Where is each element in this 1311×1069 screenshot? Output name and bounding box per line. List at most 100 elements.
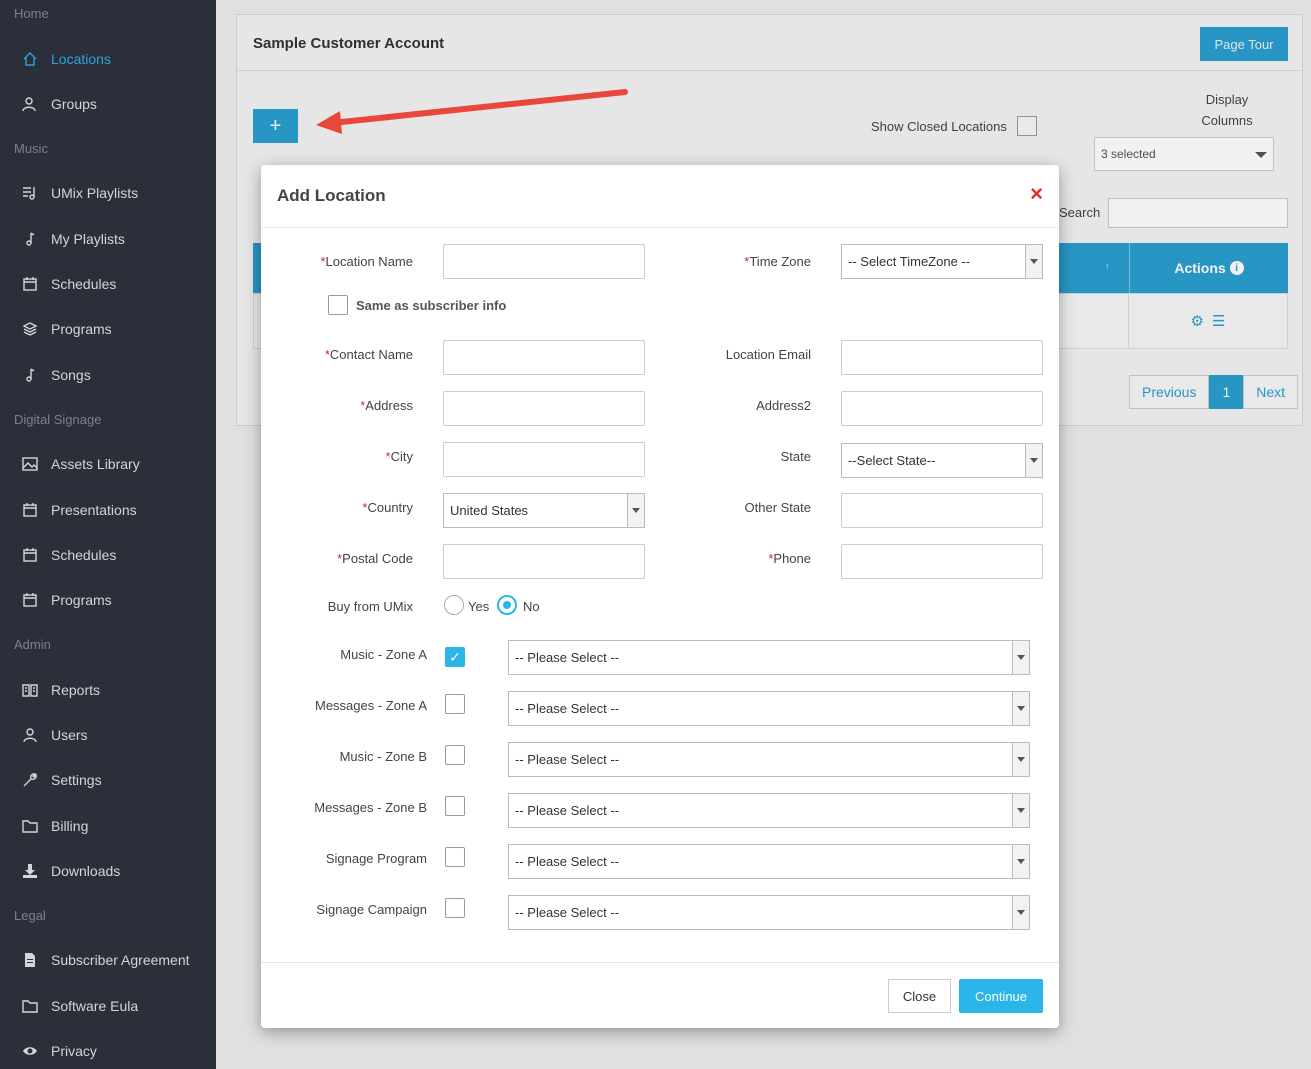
- zone-label: Messages - Zone A: [315, 698, 427, 713]
- document-icon: [22, 952, 38, 968]
- zone-checkbox[interactable]: ✓: [445, 647, 465, 667]
- buy-from-umix-no-radio[interactable]: [497, 595, 517, 615]
- address2-input[interactable]: [841, 391, 1043, 426]
- sidebar-item-privacy[interactable]: Privacy: [0, 1031, 216, 1069]
- user-icon: [22, 727, 38, 743]
- no-label: No: [523, 599, 540, 614]
- sidebar-section-admin: Admin: [14, 637, 51, 652]
- state-select[interactable]: --Select State--: [841, 443, 1043, 478]
- location-name-label: *Location Name: [320, 254, 413, 269]
- wrench-icon: [22, 772, 38, 788]
- chevron-down-icon: [1025, 444, 1042, 477]
- layers-icon: [22, 321, 38, 337]
- zone-select[interactable]: -- Please Select --: [508, 640, 1030, 675]
- sidebar-item-subscriber-agreement[interactable]: Subscriber Agreement: [0, 940, 216, 980]
- buy-from-umix-yes-radio[interactable]: [444, 595, 464, 615]
- sidebar-item-signage-programs[interactable]: Programs: [0, 580, 216, 620]
- same-as-subscriber-checkbox[interactable]: [328, 295, 348, 315]
- zone-select[interactable]: -- Please Select --: [508, 691, 1030, 726]
- postal-code-input[interactable]: [443, 544, 645, 579]
- city-input[interactable]: [443, 442, 645, 477]
- sidebar-item-umix-playlists[interactable]: UMix Playlists: [0, 173, 216, 213]
- sidebar-item-billing[interactable]: Billing: [0, 806, 216, 846]
- time-zone-select[interactable]: -- Select TimeZone --: [841, 244, 1043, 279]
- zone-select[interactable]: -- Please Select --: [508, 793, 1030, 828]
- time-zone-label: *Time Zone: [744, 254, 811, 269]
- sidebar-item-label: Users: [51, 727, 88, 743]
- zone-checkbox[interactable]: [445, 745, 465, 765]
- chevron-down-icon: [1012, 896, 1029, 929]
- sidebar-item-label: UMix Playlists: [51, 185, 139, 201]
- sidebar-item-schedules[interactable]: Schedules: [0, 264, 216, 304]
- close-button[interactable]: Close: [888, 979, 951, 1013]
- sidebar-item-label: Subscriber Agreement: [51, 952, 190, 968]
- contact-name-input[interactable]: [443, 340, 645, 375]
- location-email-label: Location Email: [725, 347, 811, 362]
- sidebar-item-label: Assets Library: [51, 456, 140, 472]
- location-email-input[interactable]: [841, 340, 1043, 375]
- country-select[interactable]: United States: [443, 493, 645, 528]
- sidebar-item-songs[interactable]: Songs: [0, 355, 216, 395]
- yes-label: Yes: [468, 599, 490, 614]
- sidebar-item-reports[interactable]: Reports: [0, 670, 216, 710]
- download-icon: [22, 863, 38, 879]
- zone-label: Signage Program: [325, 851, 427, 866]
- add-location-modal: Add Location × *Location Name *Time Zone…: [261, 165, 1059, 1028]
- city-label: *City: [385, 449, 413, 464]
- home-icon: [22, 51, 38, 67]
- sidebar-item-locations[interactable]: Locations: [0, 39, 216, 79]
- sidebar-item-presentations[interactable]: Presentations: [0, 490, 216, 530]
- address-input[interactable]: [443, 391, 645, 426]
- annotation-arrow: [316, 89, 628, 134]
- continue-button[interactable]: Continue: [959, 979, 1043, 1013]
- modal-title: Add Location: [277, 186, 386, 205]
- sidebar-item-my-playlists[interactable]: My Playlists: [0, 219, 216, 259]
- zone-checkbox[interactable]: [445, 847, 465, 867]
- sidebar-item-downloads[interactable]: Downloads: [0, 851, 216, 891]
- phone-input[interactable]: [841, 544, 1043, 579]
- zone-select[interactable]: -- Please Select --: [508, 742, 1030, 777]
- sidebar-item-label: Downloads: [51, 863, 121, 879]
- sidebar-item-signage-schedules[interactable]: Schedules: [0, 535, 216, 575]
- sidebar-item-software-eula[interactable]: Software Eula: [0, 986, 216, 1026]
- other-state-label: Other State: [744, 500, 811, 515]
- chevron-down-icon: [1012, 692, 1029, 725]
- zone-checkbox[interactable]: [445, 694, 465, 714]
- sidebar-item-label: Programs: [51, 592, 112, 608]
- sidebar-item-assets-library[interactable]: Assets Library: [0, 444, 216, 484]
- calendar-icon: [22, 502, 38, 518]
- sidebar-section-digital-signage: Digital Signage: [14, 412, 102, 427]
- zone-select[interactable]: -- Please Select --: [508, 895, 1030, 930]
- sidebar-section-music: Music: [14, 141, 48, 156]
- sidebar-item-programs[interactable]: Programs: [0, 309, 216, 349]
- sidebar-item-label: Presentations: [51, 502, 137, 518]
- zone-checkbox[interactable]: [445, 796, 465, 816]
- postal-code-label: *Postal Code: [337, 551, 413, 566]
- address-label: *Address: [360, 398, 413, 413]
- country-label: *Country: [362, 500, 413, 515]
- sidebar-item-groups[interactable]: Groups: [0, 84, 216, 124]
- sidebar-item-label: Privacy: [51, 1043, 97, 1059]
- chevron-down-icon: [1025, 245, 1042, 278]
- sidebar-item-label: Reports: [51, 682, 101, 698]
- close-icon[interactable]: ×: [1030, 183, 1043, 205]
- sidebar-section-home: Home: [14, 6, 49, 21]
- chevron-down-icon: [1012, 743, 1029, 776]
- sidebar-item-label: Software Eula: [51, 998, 139, 1014]
- location-name-input[interactable]: [443, 244, 645, 279]
- sidebar-item-label: Songs: [51, 367, 91, 383]
- users-icon: [22, 96, 38, 112]
- zone-checkbox[interactable]: [445, 898, 465, 918]
- zone-select[interactable]: -- Please Select --: [508, 844, 1030, 879]
- zone-label: Messages - Zone B: [314, 800, 427, 815]
- modal-footer-divider: [261, 962, 1059, 963]
- sidebar-item-settings[interactable]: Settings: [0, 760, 216, 800]
- zone-label: Music - Zone A: [340, 647, 427, 662]
- modal-header: Add Location ×: [261, 165, 1059, 228]
- sidebar-item-label: Locations: [51, 51, 111, 67]
- sidebar-item-label: Schedules: [51, 547, 117, 563]
- sidebar-item-label: Programs: [51, 321, 112, 337]
- sidebar-item-label: Billing: [51, 818, 89, 834]
- sidebar-item-users[interactable]: Users: [0, 715, 216, 755]
- other-state-input[interactable]: [841, 493, 1043, 528]
